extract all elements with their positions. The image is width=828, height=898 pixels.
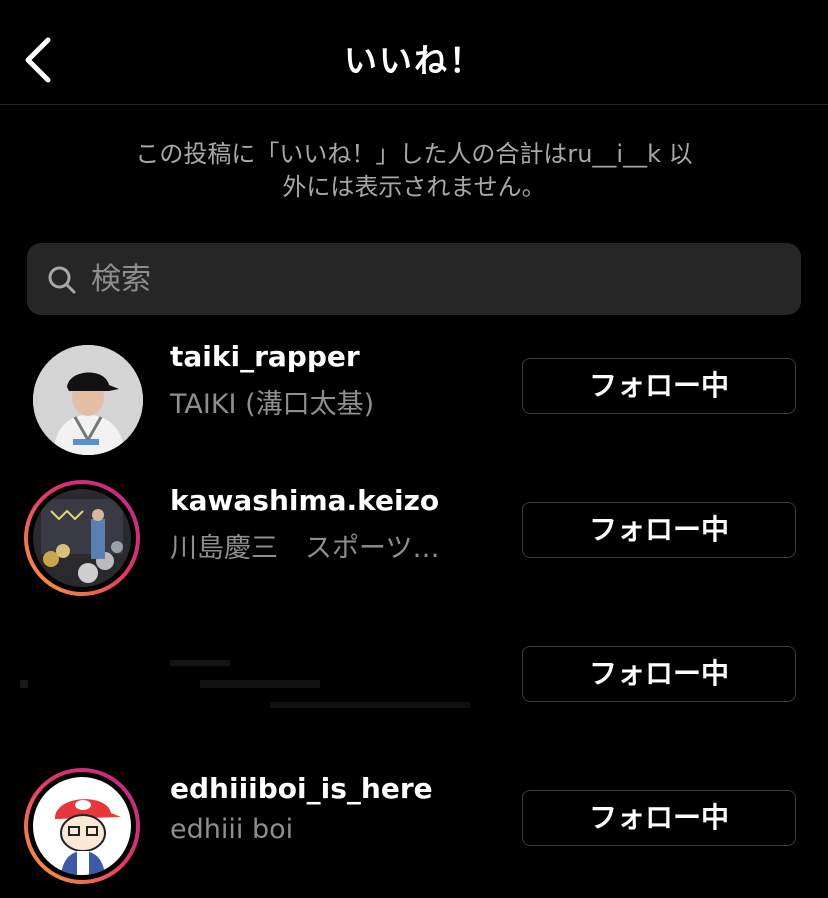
following-button[interactable]: フォロー中 [522, 502, 796, 558]
search-input[interactable] [91, 243, 781, 315]
user-row[interactable]: edhiiiboi_is_here edhiii boi フォロー中 [0, 754, 828, 898]
avatar-photo [33, 777, 131, 875]
username[interactable]: kawashima.keizo [170, 484, 439, 517]
avatar-photo [33, 489, 131, 587]
header: いいね！ [0, 0, 828, 105]
search-bar[interactable] [27, 243, 801, 315]
page-title: いいね！ [344, 41, 484, 80]
full-name: TAIKI (溝口太基) [170, 389, 375, 420]
notice-line-1: この投稿に「いいね！」した人の合計はru__i__k 以 [135, 140, 693, 168]
likes-privacy-notice: この投稿に「いいね！」した人の合計はru__i__k 以 外には表示されません。 [90, 138, 738, 204]
following-button[interactable]: フォロー中 [522, 358, 796, 414]
full-name: 川島慶三 スポーツ… [170, 533, 440, 564]
user-row[interactable]: フォロー中 [0, 610, 828, 754]
username[interactable]: taiki_rapper [170, 340, 360, 373]
following-button[interactable]: フォロー中 [522, 646, 796, 702]
notice-line-2: 外には表示されません。 [282, 173, 546, 201]
following-button[interactable]: フォロー中 [522, 790, 796, 846]
username[interactable]: edhiiiboi_is_here [170, 772, 433, 805]
user-row[interactable]: kawashima.keizo 川島慶三 スポーツ… フォロー中 [0, 466, 828, 610]
avatar-story-ring[interactable] [24, 480, 140, 596]
user-row[interactable]: taiki_rapper TAIKI (溝口太基) フォロー中 [0, 322, 828, 466]
search-icon [48, 266, 76, 294]
avatar[interactable] [33, 345, 143, 455]
redacted-user-info [20, 660, 470, 708]
avatar-story-ring[interactable] [24, 768, 140, 884]
full-name: edhiii boi [170, 814, 294, 845]
avatar-photo [33, 345, 143, 455]
